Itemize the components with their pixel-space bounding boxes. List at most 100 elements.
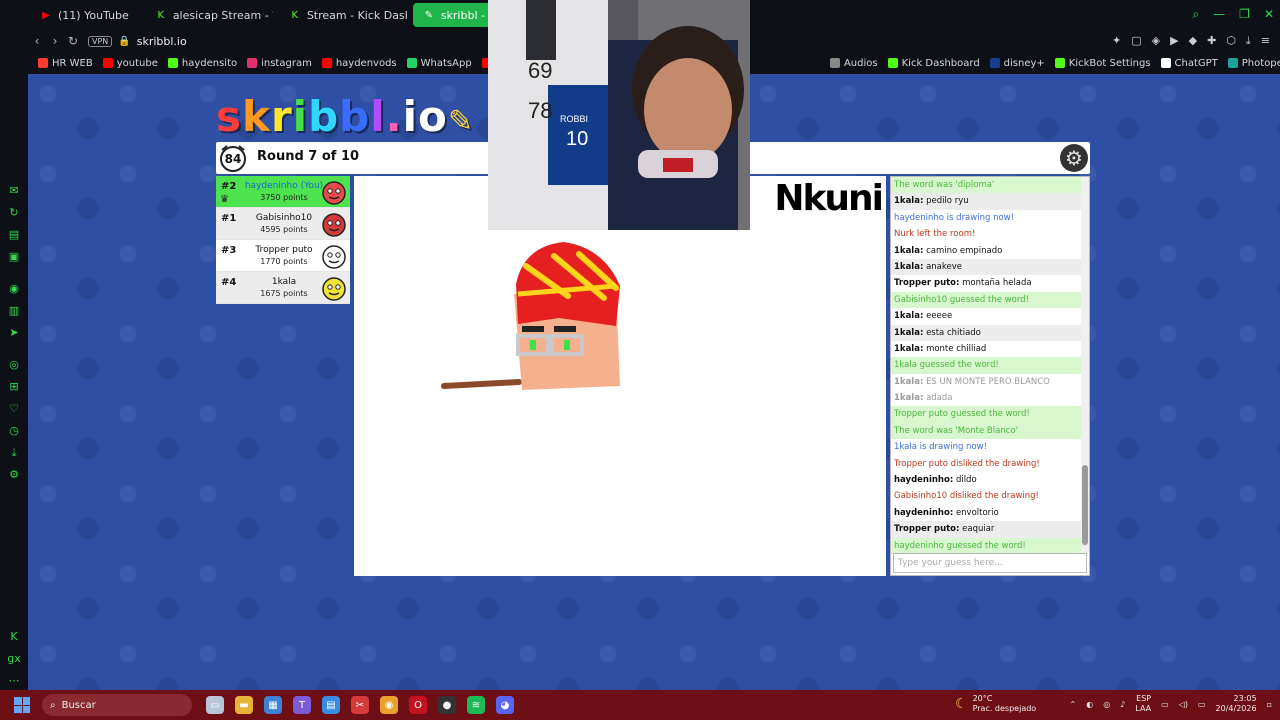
bookmark-label: ChatGPT [1174, 57, 1218, 69]
calculator-icon[interactable]: ▦ [264, 696, 282, 714]
chrome-icon[interactable]: ◉ [380, 696, 398, 714]
chat-text: Gabisinho10 disliked the drawing! [894, 491, 1039, 502]
snipping-icon[interactable]: ✂ [351, 696, 369, 714]
settings-icon[interactable]: ⚙ [7, 468, 21, 482]
search-tabs-icon[interactable]: ⌕ [1192, 7, 1199, 22]
chat-message: 1kala: anakeve [891, 258, 1081, 276]
notification-icon[interactable]: ▫ [1267, 700, 1272, 709]
reload-icon[interactable]: ↻ [64, 34, 82, 48]
vpn-badge[interactable]: VPN [88, 35, 113, 47]
chat-scrollbar[interactable] [1081, 177, 1089, 553]
volume-icon[interactable]: ◁) [1179, 700, 1188, 709]
browser-tab[interactable]: Kalesicap Stream - Wat [145, 3, 273, 27]
extension-icon[interactable]: ✚ [1207, 34, 1216, 48]
player-avatar-icon [322, 245, 346, 269]
chat-scrollbar-thumb[interactable] [1082, 465, 1088, 545]
bookmark-icon[interactable]: ✦ [1112, 34, 1121, 48]
download-icon[interactable]: ⤓ [7, 446, 21, 460]
messenger-icon[interactable]: ✉ [7, 184, 21, 198]
logo-letter: b [308, 92, 340, 141]
twitch-icon[interactable]: ▥ [7, 304, 21, 318]
extension-icon[interactable]: ▶ [1170, 34, 1178, 48]
download-icon[interactable]: ⤓ [1246, 34, 1251, 48]
bookmark-item[interactable]: instagram [247, 58, 312, 69]
bookmark-item[interactable]: KickBot Settings [1054, 58, 1151, 69]
minimize-icon[interactable]: — [1213, 7, 1225, 22]
back-icon[interactable]: ‹ [28, 34, 46, 48]
battery-icon[interactable]: ▭ [1198, 700, 1206, 709]
windows-start-icon[interactable] [14, 697, 30, 713]
screenshot-icon[interactable]: ▢ [1131, 34, 1141, 48]
chat-icon[interactable]: ▤ [7, 228, 21, 242]
grid-icon[interactable]: ⊞ [7, 380, 21, 394]
history-icon[interactable]: ◷ [7, 424, 21, 438]
bookmark-item[interactable]: disney+ [989, 58, 1045, 69]
url-input[interactable]: skribbl.io [137, 35, 187, 48]
sync-icon[interactable]: ↻ [7, 206, 21, 220]
more-icon[interactable]: ⋯ [7, 674, 21, 688]
notepad-icon[interactable]: ▤ [322, 696, 340, 714]
gx-icon[interactable]: gx [7, 652, 21, 666]
window-icon[interactable]: ▣ [7, 250, 21, 264]
maximize-icon[interactable]: ❐ [1239, 7, 1250, 22]
bookmark-item[interactable]: Photopea [1227, 58, 1280, 69]
bookmark-item[interactable]: haydensito [167, 58, 237, 69]
browser-tab[interactable]: K Stream - Kick Dashboard [279, 3, 407, 27]
chat-author: 1kala: [894, 196, 924, 207]
bookmark-item[interactable]: Kick Dashboard [887, 58, 980, 69]
chevron-up-icon[interactable]: ⌃ [1070, 700, 1077, 709]
obs-icon[interactable]: ● [438, 696, 456, 714]
discord-icon[interactable]: ◕ [496, 696, 514, 714]
chat-text: esta chitiado [926, 327, 981, 338]
bookmark-item[interactable]: ChatGPT [1160, 57, 1218, 69]
spotify-icon[interactable]: ◎ [7, 358, 21, 372]
logo-letter: . [385, 92, 403, 141]
language-indicator[interactable]: ESP LAA [1135, 694, 1151, 714]
clock-date[interactable]: 23:05 20/4/2026 [1216, 694, 1257, 714]
menu-icon[interactable]: ≡ [1261, 34, 1270, 48]
logo-letter: i [292, 92, 309, 141]
browser-sidebar: ✉ ↻ ▤ ▣ ◉ ▥ ➤ ◎ ⊞ ♡ ◷ ⤓ ⚙ K gx ⋯ [0, 30, 28, 690]
teams-icon[interactable]: T [293, 696, 311, 714]
telegram-icon[interactable]: ➤ [7, 326, 21, 340]
player-row[interactable]: #1 Gabisinho10 4595 points [216, 208, 350, 240]
bookmark-item[interactable]: HR WEB [38, 58, 93, 69]
music-icon[interactable]: ◉ [7, 282, 21, 296]
browser-tab[interactable]: ▶ (11) YouTube [30, 3, 139, 27]
lock-icon[interactable]: 🔒 [118, 36, 130, 47]
player-row[interactable]: #4 1kala 1675 points [216, 272, 350, 304]
chat-text: 1kala guessed the word! [894, 360, 999, 371]
close-icon[interactable]: ✕ [1264, 7, 1274, 22]
bookmark-item[interactable]: haydenvods [321, 58, 397, 69]
taskview-icon[interactable]: ▭ [206, 696, 224, 714]
bookmark-item[interactable]: Audios [829, 58, 878, 69]
heart-icon[interactable]: ♡ [7, 402, 21, 416]
shield-icon[interactable]: ◈ [1152, 34, 1160, 48]
bookmark-favicon-icon [38, 58, 48, 68]
microphone-icon[interactable]: ♪ [1120, 700, 1125, 709]
tray-app-icon[interactable]: ◎ [1103, 700, 1110, 709]
puzzle-icon[interactable]: ⬡ [1226, 34, 1236, 48]
network-icon[interactable]: ▭ [1161, 700, 1169, 709]
bookmark-item[interactable]: WhatsApp [406, 58, 472, 69]
timer-clock: 84 [218, 144, 248, 172]
player-row[interactable]: #3 Tropper puto 1770 points [216, 240, 350, 272]
player-name: Tropper puto [255, 245, 313, 255]
taskbar-search[interactable]: ⌕ Buscar [42, 694, 192, 716]
chat-author: 1kala: [894, 261, 924, 272]
forward-icon[interactable]: › [46, 34, 64, 48]
settings-gear-icon[interactable]: ⚙ [1060, 144, 1088, 172]
spotify-icon[interactable]: ≋ [467, 696, 485, 714]
tray-app-icon[interactable]: ◐ [1086, 700, 1093, 709]
logo-letter: o [418, 92, 448, 141]
drawing-canvas[interactable]: Nkuni [354, 176, 886, 576]
guess-input[interactable]: Type your guess here... [893, 553, 1087, 573]
logo-letter: s [216, 92, 242, 141]
bookmark-item[interactable]: youtube [102, 58, 158, 69]
weather-widget[interactable]: ☾ 20°C Prac. despejado [955, 694, 1036, 714]
player-row[interactable]: #2 haydeninho (You) 3750 points ♛ [216, 176, 350, 208]
kick-icon[interactable]: K [7, 630, 21, 644]
extension-icon[interactable]: ◆ [1189, 34, 1197, 48]
opera-gx-icon[interactable]: O [409, 696, 427, 714]
file-explorer-icon[interactable]: ▬ [235, 696, 253, 714]
